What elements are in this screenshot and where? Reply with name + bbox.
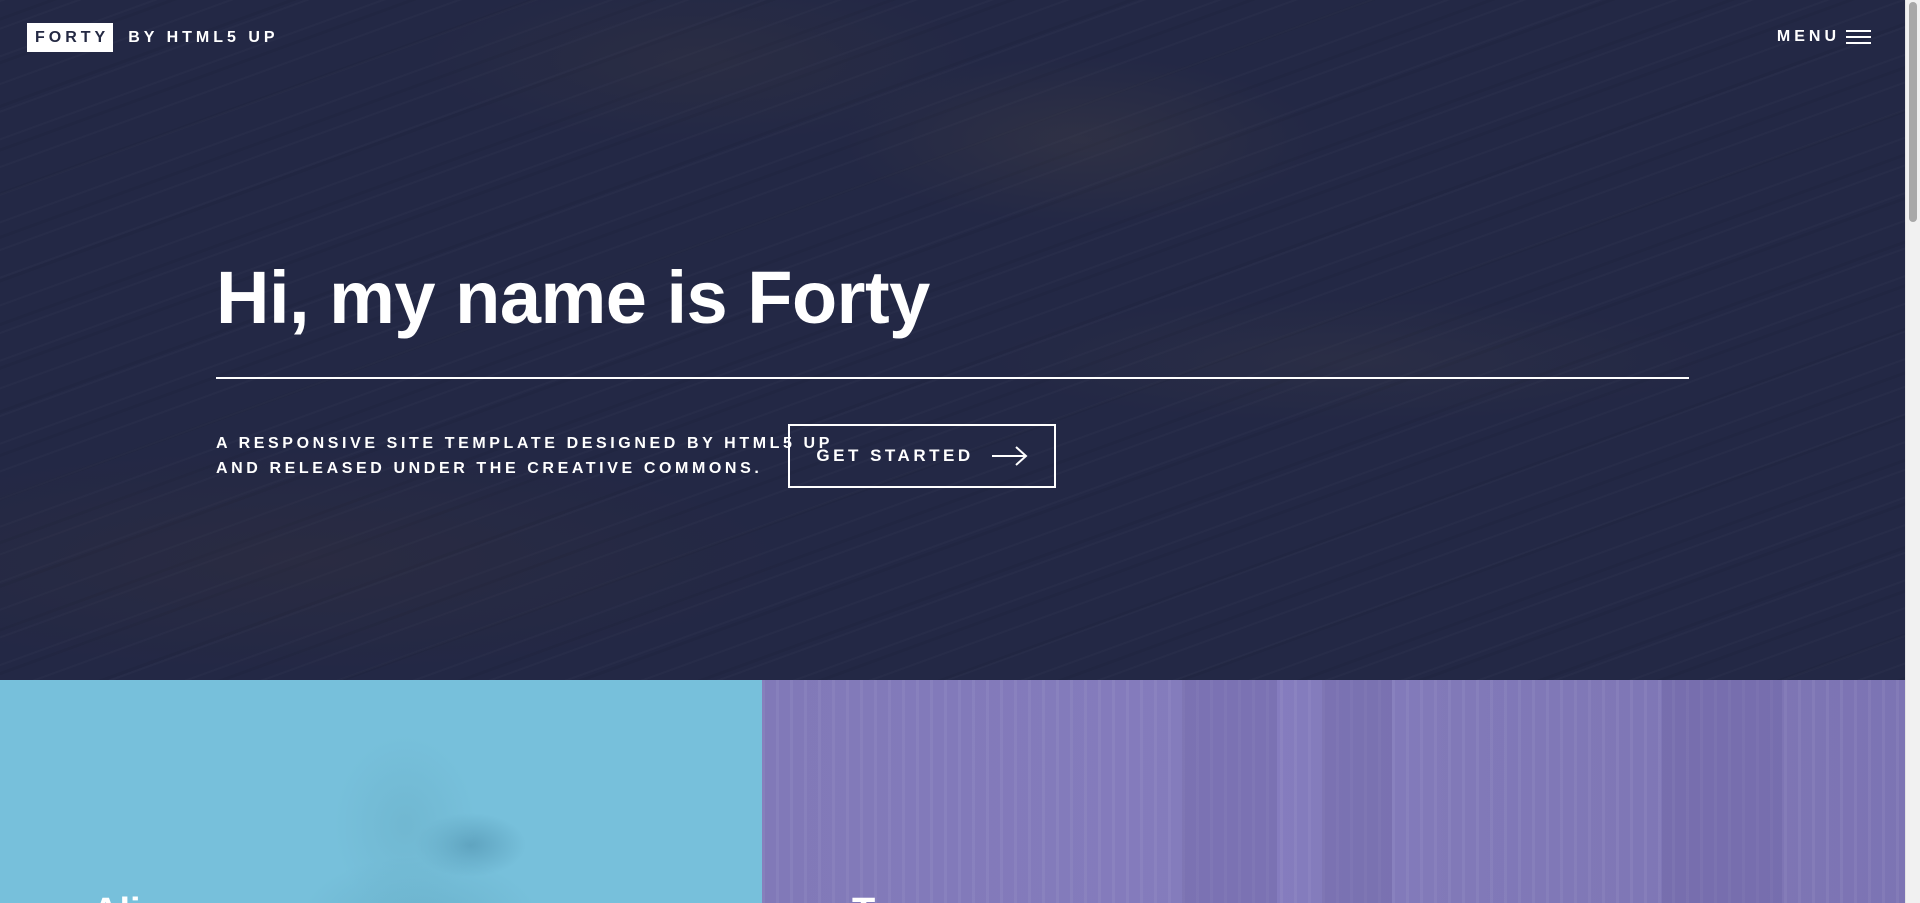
tile-1-title[interactable]: Ali: [92, 890, 141, 903]
tile-card-2[interactable]: T: [762, 680, 1905, 903]
browser-page: FORTY BY HTML5 UP MENU Hi, my name is Fo…: [0, 0, 1920, 903]
banner-content: Hi, my name is Forty A RESPONSIVE SITE T…: [216, 255, 1689, 488]
hamburger-bar: [1846, 30, 1871, 32]
arrow-right-icon: [991, 446, 1028, 466]
banner-subtitle: A RESPONSIVE SITE TEMPLATE DESIGNED BY H…: [216, 431, 833, 481]
vertical-scrollbar[interactable]: [1905, 0, 1920, 903]
tile-2-building-shape: [1182, 680, 1277, 903]
hamburger-bar: [1846, 36, 1871, 38]
title-divider: [216, 377, 1689, 379]
banner: FORTY BY HTML5 UP MENU Hi, my name is Fo…: [0, 0, 1905, 680]
tile-2-building-shape: [1662, 680, 1782, 903]
get-started-button[interactable]: GET STARTED: [788, 424, 1056, 488]
tile-2-building-shape: [1322, 680, 1392, 903]
logo-byline: BY HTML5 UP: [128, 28, 279, 46]
viewport: FORTY BY HTML5 UP MENU Hi, my name is Fo…: [0, 0, 1905, 903]
banner-footer-row: A RESPONSIVE SITE TEMPLATE DESIGNED BY H…: [216, 424, 1689, 488]
menu-button[interactable]: MENU: [1777, 26, 1871, 48]
tile-card-1[interactable]: Ali: [0, 680, 762, 903]
scrollbar-thumb[interactable]: [1909, 2, 1917, 222]
hamburger-icon: [1846, 30, 1871, 44]
hamburger-bar: [1846, 42, 1871, 44]
subtitle-line-2: AND RELEASED UNDER THE CREATIVE COMMONS.: [216, 460, 763, 477]
get-started-label: GET STARTED: [816, 446, 974, 465]
logo-box: FORTY: [27, 23, 114, 52]
site-header: FORTY BY HTML5 UP MENU: [0, 0, 1905, 75]
site-logo-link[interactable]: FORTY BY HTML5 UP: [27, 23, 279, 52]
tile-2-title[interactable]: T: [852, 890, 875, 903]
menu-label: MENU: [1776, 28, 1840, 45]
page-title: Hi, my name is Forty: [216, 256, 930, 339]
tile-1-photo: [0, 680, 762, 903]
subtitle-line-1: A RESPONSIVE SITE TEMPLATE DESIGNED BY H…: [216, 435, 833, 452]
